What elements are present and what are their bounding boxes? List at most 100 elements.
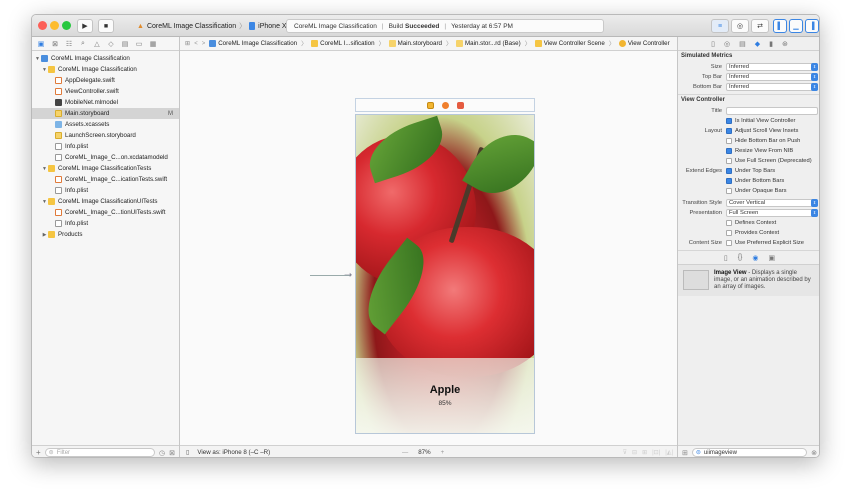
tree-item-file[interactable]: LaunchScreen.storyboard [32,130,179,141]
tree-item-tests-group[interactable]: ▼ CoreML Image ClassificationTests [32,163,179,174]
adjust-scroll-checkbox[interactable] [726,128,732,134]
title-field[interactable] [726,107,818,115]
file-inspector-icon[interactable]: ▯ [711,40,715,48]
transition-style-popup[interactable]: Cover Vertical ⇕ [726,199,818,207]
resize-nib-checkbox[interactable] [726,148,732,154]
view-as-device[interactable]: View as: iPhone 8 (–C –R) [197,449,270,456]
forward-icon[interactable]: > [202,41,206,47]
zoom-out-button[interactable]: — [402,449,408,456]
tree-item-file[interactable]: CoreML_Image_C...icationTests.swift [32,174,179,185]
embed-icon[interactable]: ⊟ [632,449,637,456]
view-controller-scene[interactable]: Apple 85% [355,114,535,434]
code-snippet-icon[interactable]: {} [738,254,743,261]
warning-icon[interactable]: △ [93,40,101,48]
disclosure-closed-icon[interactable]: ▶ [41,232,48,238]
update-frames-icon[interactable]: ⊽ [623,449,627,456]
toggle-navigator-button[interactable]: ▌ [773,19,787,33]
object-library-icon[interactable]: ◉ [752,254,758,262]
folder-icon[interactable]: ▣ [37,40,45,48]
filter-input[interactable]: ⊜ Filter [44,448,156,457]
disclosure-open-icon[interactable]: ▼ [41,67,48,73]
prediction-label[interactable]: Apple [356,384,534,396]
disclosure-open-icon[interactable]: ▼ [34,56,41,62]
identity-inspector-icon[interactable]: ▤ [739,40,746,48]
related-items-icon[interactable]: ⊞ [185,40,190,47]
file-template-icon[interactable]: ▯ [724,254,728,262]
tree-item-file[interactable]: Assets.xcassets [32,119,179,130]
breadcrumb-project[interactable]: CoreML Image Classification [209,39,297,47]
breadcrumb-storyboard[interactable]: Main.storyboard [388,39,442,47]
recent-files-icon[interactable]: ◷ [159,449,165,457]
tree-item-project[interactable]: ▼ CoreML Image Classification [32,53,179,64]
source-control-icon[interactable]: ⊠ [51,40,59,48]
first-responder-icon[interactable] [441,101,449,109]
breakpoint-icon[interactable]: ▭ [135,40,143,48]
full-screen-checkbox[interactable] [726,158,732,164]
breadcrumb-base[interactable]: Main.stor...rd (Base) [455,39,521,47]
breadcrumb-view-controller[interactable]: View Controller [618,39,670,47]
scheme-selector[interactable]: ▲ CoreML Image Classification 〉 iPhone X [137,21,287,31]
zoom-in-button[interactable]: + [441,449,445,456]
size-inspector-icon[interactable]: ▮ [769,40,773,48]
breadcrumb-scene[interactable]: View Controller Scene [534,39,605,47]
zoom-window-button[interactable] [62,21,71,30]
zoom-level[interactable]: 87% [418,449,430,456]
minimize-window-button[interactable] [50,21,59,30]
library-item-image-view[interactable]: Image View - Displays a single image, or… [678,265,819,296]
initial-vc-checkbox[interactable] [726,118,732,124]
add-icon[interactable]: + [36,448,41,457]
tree-item-file[interactable]: Info.plist [32,141,179,152]
tree-item-file[interactable]: Info.plist [32,185,179,196]
under-opaque-bars-checkbox[interactable] [726,188,732,194]
tree-item-file[interactable]: CoreML_Image_C...tionUITests.swift [32,207,179,218]
defines-context-checkbox[interactable] [726,220,732,226]
pin-icon[interactable]: |⊡| [652,449,660,456]
connections-inspector-icon[interactable]: ⊛ [782,40,788,48]
tree-item-uitests-group[interactable]: ▼ CoreML Image ClassificationUITests [32,196,179,207]
document-outline-icon[interactable]: ▯ [186,449,189,456]
resolve-icon[interactable]: |◭| [665,449,673,456]
assistant-editor-button[interactable]: ◎ [731,19,749,33]
confidence-label[interactable]: 85% [356,400,534,407]
report-icon[interactable]: ▦ [149,40,157,48]
under-top-bars-checkbox[interactable] [726,168,732,174]
scm-filter-icon[interactable]: ⊠ [169,449,175,457]
disclosure-open-icon[interactable]: ▼ [41,199,48,205]
tree-item-file[interactable]: ViewController.swift [32,86,179,97]
hierarchy-icon[interactable]: ☷ [65,40,73,48]
preferred-size-checkbox[interactable] [726,240,732,246]
top-bar-popup[interactable]: Inferred ⇕ [726,73,818,81]
disclosure-open-icon[interactable]: ▼ [41,166,48,172]
provides-context-checkbox[interactable] [726,230,732,236]
tree-item-products-group[interactable]: ▶ Products [32,229,179,240]
library-search-input[interactable]: ⊜ uiimageview [691,448,808,457]
version-editor-button[interactable]: ⇄ [751,19,769,33]
close-window-button[interactable] [38,21,47,30]
tree-item-file[interactable]: Info.plist [32,218,179,229]
breadcrumb-group[interactable]: CoreML I...sification [311,39,375,47]
tree-item-app-group[interactable]: ▼ CoreML Image Classification [32,64,179,75]
view-controller-icon[interactable] [426,101,434,109]
tree-item-file[interactable]: MobileNet.mlmodel [32,97,179,108]
toggle-debug-button[interactable]: ▁ [789,19,803,33]
align-icon[interactable]: ⊞ [642,449,647,456]
clear-search-icon[interactable]: ⊗ [811,449,817,457]
grid-view-icon[interactable]: ⊞ [682,449,688,457]
standard-editor-button[interactable]: ≡ [711,19,729,33]
presentation-popup[interactable]: Full Screen ⇕ [726,209,818,217]
under-bottom-bars-checkbox[interactable] [726,178,732,184]
test-icon[interactable]: ◇ [107,40,115,48]
attributes-inspector-icon[interactable]: ◆ [755,40,760,48]
media-library-icon[interactable]: ▣ [769,254,776,262]
bottom-bar-popup[interactable]: Inferred ⇕ [726,83,818,91]
search-icon[interactable]: ⌕ [79,40,87,48]
run-button[interactable]: ▶ [77,19,93,33]
storyboard-canvas[interactable]: ➝ Apple 85% [180,51,677,445]
exit-icon[interactable] [456,101,464,109]
back-icon[interactable]: < [194,41,198,47]
quick-help-icon[interactable]: ◎ [724,40,730,48]
toggle-inspector-button[interactable]: ▐ [805,19,819,33]
tree-item-file[interactable]: CoreML_Image_C...on.xcdatamodeld [32,152,179,163]
stop-button[interactable]: ■ [98,19,114,33]
tree-item-main-storyboard[interactable]: Main.storyboard M [32,108,179,119]
